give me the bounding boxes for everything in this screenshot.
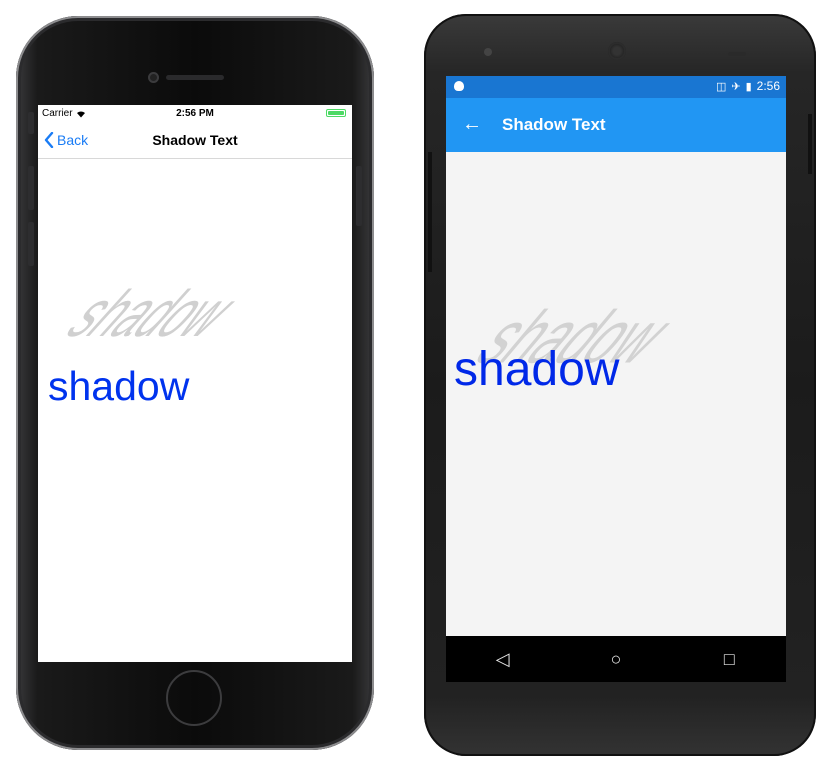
nav-back-icon[interactable]: ◁ [483,649,523,670]
battery-icon: ▮ [745,80,752,93]
front-camera [484,48,492,56]
nav-home-icon[interactable]: ○ [596,649,636,670]
page-title: Shadow Text [152,132,238,148]
android-device: ◫ ✈ ▮ 2:56 ← Shadow Text shadow shadow ◁… [424,14,816,756]
mute-switch [28,112,34,134]
ios-status-bar: Carrier 2:56 PM [38,105,352,122]
power-button [356,166,362,226]
status-icons: ◫ ✈ ▮ 2:56 [716,79,780,93]
ios-screen: Carrier 2:56 PM Back Shadow Text shadow … [38,105,352,662]
ios-navigation-bar: Back Shadow Text [38,122,352,159]
shadow-text-shadow: shadow [49,276,258,351]
back-arrow-icon[interactable]: ← [462,113,482,136]
iphone-device: Carrier 2:56 PM Back Shadow Text shadow … [16,16,374,750]
status-time: 2:56 [756,79,780,93]
page-title: Shadow Text [502,115,606,134]
shadow-text-main: shadow [454,343,620,396]
earpiece-speaker [166,75,224,80]
battery-icon [326,109,346,117]
front-camera [148,72,159,83]
no-sim-icon: ◫ [715,80,727,93]
shadow-text-main: shadow [48,363,190,409]
android-screen: ◫ ✈ ▮ 2:56 ← Shadow Text shadow shadow ◁… [446,76,786,682]
status-time: 2:56 PM [176,108,214,119]
power-button [808,114,812,174]
android-status-bar: ◫ ✈ ▮ 2:56 [446,76,786,98]
nav-recents-icon[interactable]: □ [709,649,749,670]
volume-up-button [28,166,34,210]
home-button[interactable] [166,670,222,726]
system-navigation-bar: ◁ ○ □ [446,636,786,682]
earpiece-speaker [608,42,626,60]
app-bar: ← Shadow Text [446,98,786,152]
airplane-mode-icon: ✈ [731,80,741,93]
proximity-sensor [728,52,746,56]
volume-rocker [428,152,432,272]
volume-down-button [28,222,34,266]
android-robot-icon [454,81,464,91]
